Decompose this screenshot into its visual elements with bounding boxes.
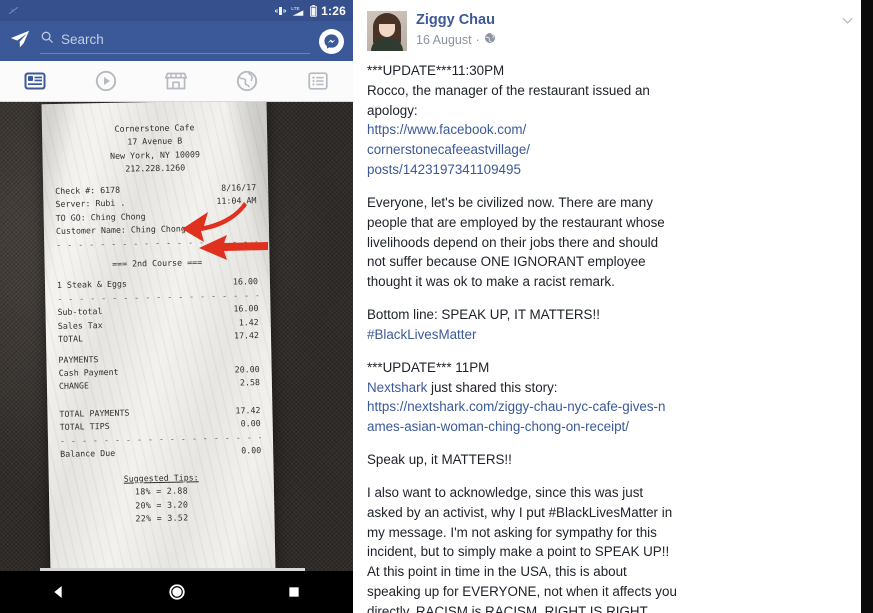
post-line: apology: <box>367 102 418 118</box>
receipt-change-label: CHANGE <box>58 380 90 392</box>
chevron-down-icon[interactable] <box>836 11 859 35</box>
receipt-item-name: 1 Steak & Eggs <box>56 278 128 291</box>
phone-screenshot: LTE 1:26 Search Cornerstone Cafe 17 Aven… <box>0 0 353 613</box>
receipt-tip-22: 22% = 3.52 <box>135 512 189 524</box>
post-line: my message. I'm not asking for sympathy … <box>367 524 657 540</box>
receipt-photo[interactable]: Cornerstone Cafe 17 Avenue B New York, N… <box>0 102 353 571</box>
post-link[interactable]: #BlackLivesMatter <box>367 325 859 345</box>
post-link[interactable]: https://www.facebook.com/ <box>367 120 859 140</box>
post-link[interactable]: ames-asian-woman-ching-chong-on-receipt/ <box>367 417 859 437</box>
post-line: people that are employed by the restaura… <box>367 214 665 230</box>
receipt-cash-label: Cash Payment <box>58 366 119 378</box>
receipt-date: 8/16/17 <box>221 181 257 193</box>
receipt-total-payments-value: 17.42 <box>235 404 261 416</box>
receipt-subtotal-label: Sub-total <box>57 306 103 318</box>
battery-icon <box>310 4 318 17</box>
receipt-total-tips-value: 0.00 <box>240 418 261 429</box>
post-line: incident, but to simply make a point to … <box>367 544 670 560</box>
globe-public-icon <box>484 32 496 47</box>
receipt-total-tips-label: TOTAL TIPS <box>59 421 110 433</box>
post-line-text: just shared this story: <box>427 379 558 395</box>
post-date[interactable]: 16 August <box>416 33 472 47</box>
receipt-total-payments-label: TOTAL PAYMENTS <box>59 407 130 419</box>
sidebar-item-menu[interactable] <box>282 61 353 101</box>
avatar[interactable] <box>367 11 407 51</box>
screen: LTE 1:26 Search Cornerstone Cafe 17 Aven… <box>0 0 873 613</box>
receipt-tax-label: Sales Tax <box>57 319 103 331</box>
receipt-server: Server: Rubi . <box>55 197 126 210</box>
sidebar-item-watch[interactable] <box>71 61 142 101</box>
receipt-change-value: 2.58 <box>239 377 260 388</box>
recents-square-icon[interactable] <box>235 585 353 599</box>
post-line: asked by an activist, why I put #BlackLi… <box>367 504 673 520</box>
post-line: not suffer because ONE IGNORANT employee <box>367 254 646 270</box>
status-bar-right: LTE 1:26 <box>274 4 346 18</box>
post-line: thought it was ok to make a racist remar… <box>367 274 615 290</box>
lte-signal-icon: LTE <box>291 5 306 17</box>
post-author-block: Ziggy Chau 16 August · <box>416 11 827 47</box>
status-bar-clock: 1:26 <box>321 3 346 18</box>
post-line: Rocco, the manager of the restaurant iss… <box>367 82 650 98</box>
receipt-cash-value: 20.00 <box>234 364 260 375</box>
sidebar-item-news-feed[interactable] <box>0 61 71 101</box>
vibrate-icon <box>274 5 287 17</box>
facebook-tab-bar <box>0 61 353 102</box>
home-circle-icon[interactable] <box>118 582 236 602</box>
receipt-subtotal-value: 16.00 <box>233 303 259 314</box>
post-line: Nextshark just shared this story: <box>367 378 859 398</box>
receipt-item-price: 16.00 <box>232 276 259 287</box>
post-line: Everyone, let's be civilized now. There … <box>367 194 653 210</box>
search-placeholder: Search <box>61 32 104 47</box>
post-meta-separator: · <box>475 32 480 47</box>
receipt-suggested-tips: Suggested Tips: 18% = 2.88 20% = 3.20 22… <box>61 470 263 528</box>
sidebar-item-marketplace[interactable] <box>141 61 212 101</box>
post-header: Ziggy Chau 16 August · <box>367 8 859 61</box>
android-nav-bar <box>0 571 353 613</box>
app-notification-icon <box>7 4 20 17</box>
receipt-tax-value: 1.42 <box>238 316 259 328</box>
receipt-total-label: TOTAL <box>57 333 84 345</box>
post-line: Bottom line: SPEAK UP, IT MATTERS!! <box>367 307 600 323</box>
post-line: At this point in time in the USA, this i… <box>367 564 627 580</box>
red-arrow-customer-name <box>196 233 270 263</box>
post-meta: 16 August · <box>416 32 827 47</box>
post-line: I also want to acknowledge, since this w… <box>367 484 644 500</box>
search-input[interactable]: Search <box>40 28 310 54</box>
messenger-icon[interactable] <box>319 28 344 54</box>
receipt-balance-value: 0.00 <box>241 445 262 456</box>
post-link[interactable]: Nextshark <box>367 380 427 395</box>
post-line: ***UPDATE***11:30PM <box>367 63 505 78</box>
sidebar-item-notifications[interactable] <box>212 61 283 101</box>
receipt-balance-label: Balance Due <box>60 448 116 460</box>
svg-text:LTE: LTE <box>291 5 299 11</box>
receipt-total-value: 17.42 <box>233 330 260 341</box>
post-link[interactable]: cornerstonecafeeastvillage/ <box>367 140 859 160</box>
post-line: speaking up for EVERYONE, not when it af… <box>367 584 677 600</box>
screen-right-edge <box>861 0 873 613</box>
status-bar: LTE 1:26 <box>0 0 353 21</box>
facebook-post: Ziggy Chau 16 August · ***UPDATE***11:30… <box>353 0 873 613</box>
post-line: Speak up, it MATTERS!! <box>367 452 512 468</box>
post-line: directly. RACISM is RACISM. RIGHT IS RIG… <box>367 603 650 613</box>
post-link[interactable]: https://nextshark.com/ziggy-chau-nyc-caf… <box>367 397 859 417</box>
post-body-text: ***UPDATE***11:30PM Rocco, the manager of… <box>367 61 859 613</box>
back-triangle-icon[interactable] <box>0 584 118 600</box>
post-link[interactable]: posts/1423197341109495 <box>367 160 859 180</box>
receipt: Cornerstone Cafe 17 Avenue B New York, N… <box>41 102 276 571</box>
search-icon <box>40 30 54 49</box>
post-line: livelihoods depend on their jobs there a… <box>367 234 659 250</box>
paper-plane-icon[interactable] <box>9 28 31 55</box>
receipt-check: Check #: 6178 <box>55 184 121 196</box>
post-author-name[interactable]: Ziggy Chau <box>416 12 827 29</box>
status-bar-left <box>7 4 274 17</box>
facebook-app-bar: Search <box>0 21 353 61</box>
post-line: ***UPDATE*** 11PM <box>367 359 490 375</box>
